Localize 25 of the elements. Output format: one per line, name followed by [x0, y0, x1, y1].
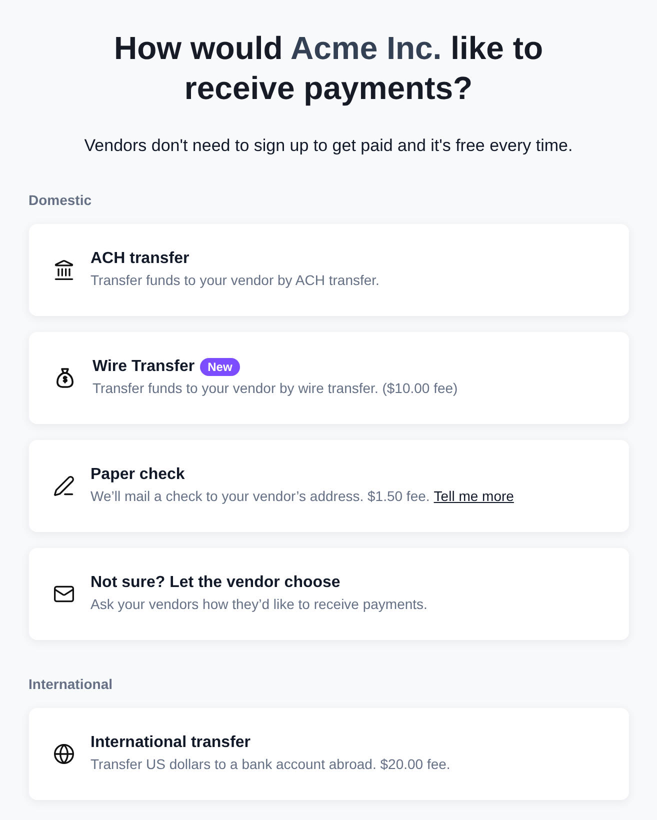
- section-heading: Domestic: [28, 192, 93, 208]
- option-description: Transfer funds to your vendor by wire transfer. ($10.00 fee): [92, 380, 458, 396]
- payment-option-card[interactable]: Not sure? Let the vendor choose Ask your vendors how they’d like to receive payments.: [28, 548, 628, 640]
- payment-option-card[interactable]: International transfer Transfer US dollars to a bank account abroad. $20.00 fee.: [28, 708, 628, 800]
- envelope-icon: [52, 583, 74, 605]
- page-title: How would Acme Inc. like to receive payments?: [112, 29, 544, 108]
- option-description: We’ll mail a check to your vendor’s address. $1.50 fee.: [90, 488, 430, 504]
- option-name: Paper check: [90, 466, 185, 484]
- subtitle: Vendors don't need to sign up to get paid and it's free every time.: [83, 136, 574, 156]
- globe-icon: [52, 743, 74, 765]
- payment-option-card[interactable]: ACH transfer Transfer funds to your vendor by ACH transfer.: [28, 224, 628, 316]
- new-badge: New: [200, 358, 240, 376]
- bank-icon: [52, 259, 74, 281]
- option-description: Ask your vendors how they’d like to receive payments.: [90, 596, 428, 612]
- option-name: ACH transfer: [90, 250, 190, 268]
- payment-option-card[interactable]: Paper check We’ll mail a check to your vendor’s address. $1.50 fee. Tell me more: [28, 440, 628, 532]
- payment-option-card[interactable]: Wire Transfer New Transfer funds to your vendor by wire transfer. ($10.00 fee): [28, 332, 628, 424]
- option-description: Transfer funds to your vendor by ACH transfer.: [90, 272, 380, 288]
- option-name: Wire Transfer: [92, 358, 195, 376]
- pen-icon: [52, 475, 74, 497]
- section-heading: International: [28, 676, 114, 692]
- tell-me-more-link[interactable]: Tell me more: [434, 488, 514, 504]
- option-name: International transfer: [90, 734, 251, 752]
- option-description: Transfer US dollars to a bank account abroad. $20.00 fee.: [90, 756, 450, 772]
- option-name: Not sure? Let the vendor choose: [90, 574, 340, 592]
